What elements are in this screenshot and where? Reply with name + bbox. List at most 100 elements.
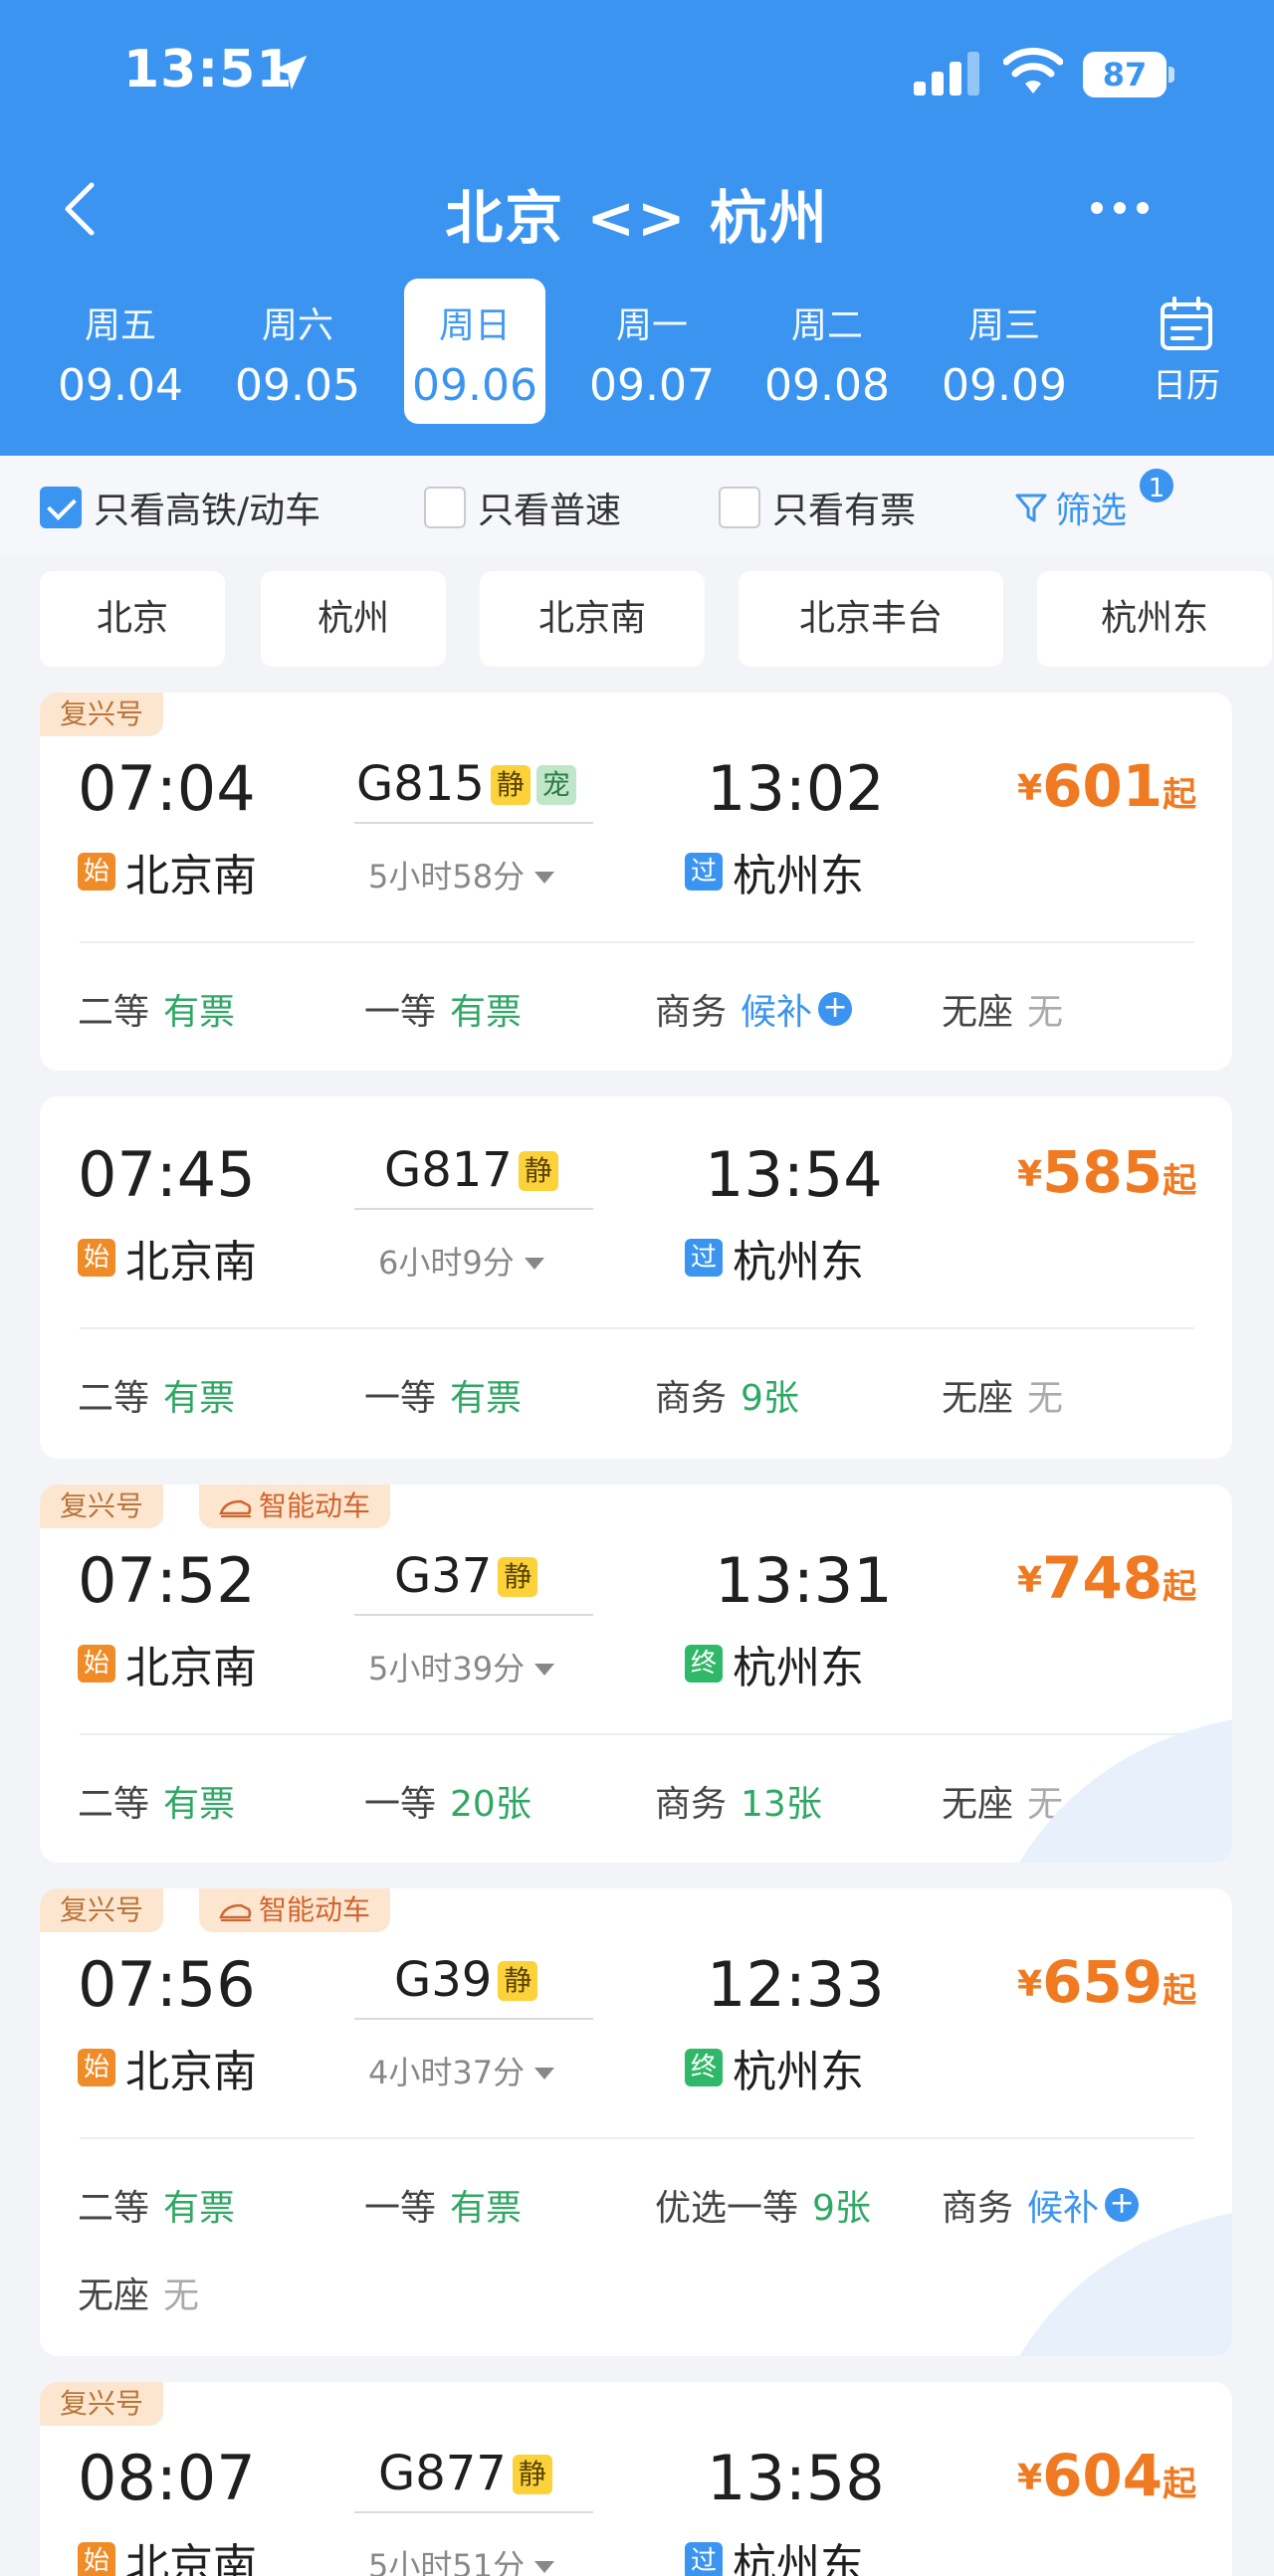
arrival-station: 终杭州东 [685, 1632, 864, 1695]
start-station-icon: 始 [78, 2542, 115, 2576]
price: ¥748起 [1017, 1544, 1197, 1612]
fuxing-tag: 复兴号 [40, 2382, 164, 2426]
duration[interactable]: 5小时39分 [368, 1644, 555, 1689]
waitlist-plus-icon[interactable]: + [818, 992, 853, 1026]
pass-station-icon: 过 [685, 1239, 723, 1277]
date-tab[interactable]: 周三 09.09 [934, 279, 1075, 411]
station-chip[interactable]: 杭州东 [1037, 571, 1272, 667]
terminal-station-icon: 终 [685, 2049, 723, 2086]
price: ¥604起 [1017, 2442, 1197, 2509]
chevron-down-icon [534, 872, 555, 884]
departure-time: 07:56 [78, 1948, 256, 2021]
date-tab[interactable]: 周一 09.07 [581, 279, 723, 411]
chevron-down-icon [534, 2561, 555, 2573]
quiet-badge: 静 [490, 765, 531, 805]
price: ¥659起 [1017, 1948, 1197, 2016]
date-selector: 周五 09.04 周六 09.05 周日 09.06 周一 09.07 周二 09.08 … [0, 279, 1274, 428]
price: ¥601起 [1017, 752, 1197, 820]
train-card[interactable]: 复兴号 智能动车 07:52 G37 静 5小时39分 13:31 ¥748起 始… [40, 1485, 1232, 1863]
train-number: G817 静 [384, 1142, 558, 1198]
train-icon [219, 1903, 252, 1921]
station-chips: 北京 杭州 北京南 北京丰台 杭州东 [0, 557, 1274, 677]
station-chip[interactable]: 杭州 [261, 571, 446, 667]
seat-first-class: 一等 20张 [364, 1784, 531, 1825]
filter-bar: 只看高铁/动车 只看普速 只看有票 筛选 1 [0, 456, 1274, 555]
seat-business: 商务 9张 [655, 1378, 799, 1419]
departure-station: 始北京南 [78, 1632, 257, 1695]
smart-emu-wave-decoration [1019, 1719, 1232, 1863]
wifi-icon [1003, 48, 1063, 94]
more-icon[interactable] [1085, 183, 1155, 233]
station-chip[interactable]: 北京南 [480, 571, 705, 667]
calendar-icon [1161, 297, 1212, 350]
smart-emu-tag: 智能动车 [199, 1888, 391, 1932]
smart-emu-tag: 智能动车 [199, 1485, 391, 1528]
date-tab[interactable]: 周六 09.05 [227, 279, 368, 411]
seat-first-class: 一等 有票 [364, 992, 523, 1033]
filter-count-badge: 1 [1137, 466, 1176, 505]
pet-badge: 宠 [535, 765, 576, 805]
duration[interactable]: 6小时9分 [378, 1238, 544, 1284]
seat-business[interactable]: 商务 候补 + [655, 983, 853, 1035]
checkbox[interactable] [719, 487, 760, 528]
station-chip[interactable]: 北京 [40, 571, 225, 667]
train-card[interactable]: 复兴号 智能动车 07:56 G39 静 4小时37分 12:33 ¥659起 始… [40, 1888, 1232, 2356]
status-bar: 13:51 87 [0, 0, 1274, 149]
departure-station: 始北京南 [78, 840, 257, 903]
arrival-time: 13:31 [715, 1544, 893, 1617]
seat-first-class: 一等 有票 [364, 1378, 523, 1419]
arrival-station: 过杭州东 [685, 840, 864, 903]
seat-first-class: 一等 有票 [364, 2188, 523, 2229]
filter-youpiao[interactable]: 只看有票 [719, 484, 916, 531]
duration[interactable]: 5小时51分 [368, 2541, 555, 2576]
train-number: G37 静 [394, 1548, 538, 1604]
terminal-station-icon: 终 [685, 1645, 723, 1683]
train-number: G877 静 [378, 2446, 552, 2501]
battery-icon: 87 [1083, 52, 1174, 98]
start-station-icon: 始 [78, 1645, 115, 1683]
calendar-button[interactable]: 日历 [1099, 279, 1274, 428]
pass-station-icon: 过 [685, 2542, 723, 2576]
duration[interactable]: 4小时37分 [368, 2048, 555, 2093]
screen-button[interactable]: 筛选 1 [1013, 466, 1176, 531]
quiet-badge: 静 [498, 1557, 538, 1597]
seat-second-class: 二等 有票 [78, 2188, 236, 2229]
arrival-station: 终杭州东 [685, 2036, 864, 2099]
arrival-time: 12:33 [707, 1948, 885, 2021]
location-arrow-icon [272, 55, 308, 91]
departure-station: 始北京南 [78, 2529, 257, 2576]
quiet-badge: 静 [512, 2455, 552, 2494]
checkbox-checked[interactable] [40, 487, 82, 528]
seat-second-class: 二等 有票 [78, 992, 236, 1033]
train-card[interactable]: 复兴号 07:04 G815 静宠 5小时58分 13:02 ¥601起 始北京南… [40, 693, 1232, 1071]
start-station-icon: 始 [78, 1239, 115, 1277]
filter-gaotie[interactable]: 只看高铁/动车 [40, 484, 320, 531]
date-tab-selected[interactable]: 周日 09.06 [404, 279, 545, 424]
date-tab[interactable]: 周五 09.04 [50, 279, 191, 411]
duration[interactable]: 5小时58分 [368, 852, 555, 897]
chevron-down-icon [534, 2068, 555, 2080]
train-card[interactable]: 07:45 G817 静 6小时9分 13:54 ¥585起 始北京南 过杭州东 … [40, 1096, 1232, 1459]
arrival-time: 13:54 [705, 1138, 883, 1211]
filter-pusu[interactable]: 只看普速 [424, 484, 621, 531]
date-tab[interactable]: 周二 09.08 [756, 279, 898, 411]
battery-level: 87 [1083, 52, 1167, 98]
seat-no-seat: 无座无 [78, 2276, 200, 2316]
seat-business: 商务 13张 [655, 1784, 822, 1825]
chevron-down-icon [534, 1664, 555, 1676]
checkbox[interactable] [424, 487, 466, 528]
departure-time: 07:04 [78, 752, 256, 825]
departure-time: 08:07 [78, 2442, 256, 2514]
pass-station-icon: 过 [685, 853, 723, 891]
fuxing-tag: 复兴号 [40, 1485, 164, 1528]
departure-time: 07:45 [78, 1138, 256, 1211]
nav-bar: 北京 <> 杭州 [0, 159, 1274, 259]
station-chip[interactable]: 北京丰台 [739, 571, 1003, 667]
train-card[interactable]: 复兴号 08:07 G877 静 5小时51分 13:58 ¥604起 始北京南 … [40, 2382, 1232, 2576]
page-title: 北京 <> 杭州 [445, 184, 829, 252]
quiet-badge: 静 [518, 1151, 558, 1191]
departure-station: 始北京南 [78, 2036, 257, 2099]
train-number: G39 静 [394, 1952, 538, 2008]
seat-second-class: 二等 有票 [78, 1378, 236, 1419]
start-station-icon: 始 [78, 853, 115, 891]
